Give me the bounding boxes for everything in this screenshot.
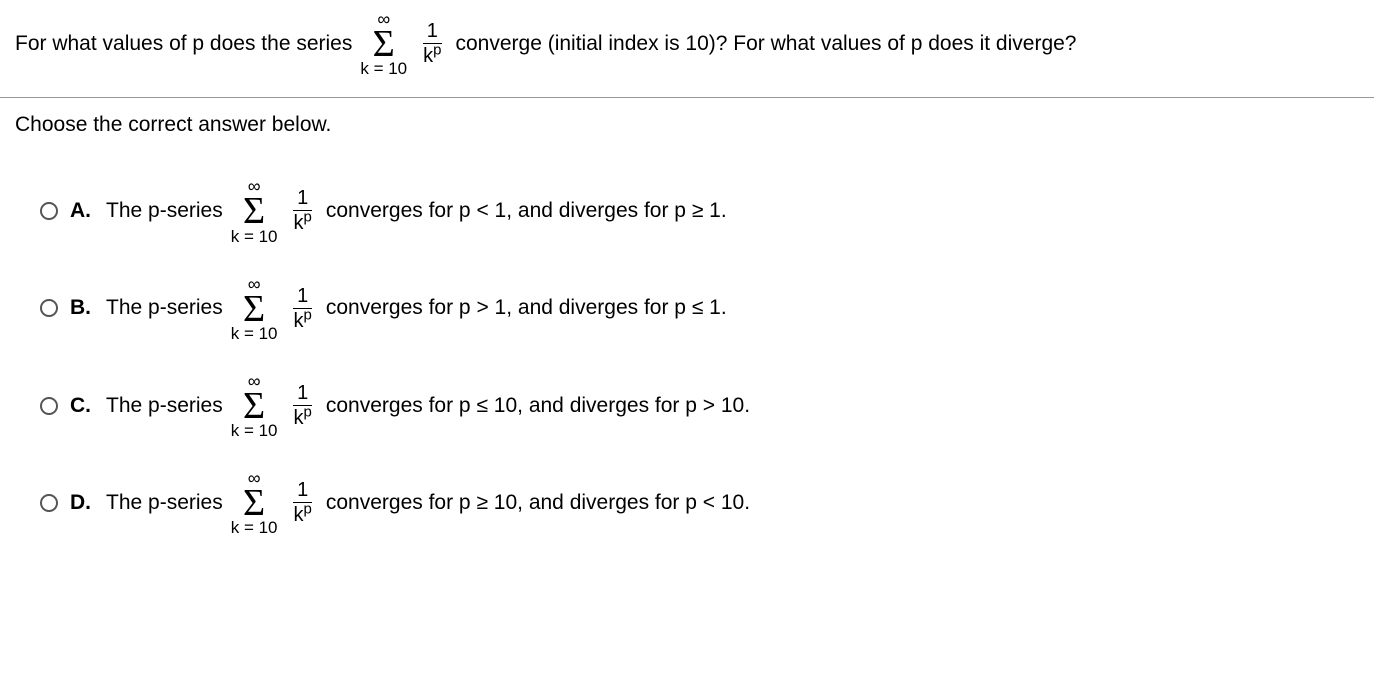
fraction: 1 kp <box>290 188 316 233</box>
choice-prefix: The p-series <box>106 199 223 223</box>
choice-letter: D. <box>70 491 94 515</box>
sigma-expression: ∞ Σ k = 10 <box>231 372 278 439</box>
choice-prefix: The p-series <box>106 296 223 320</box>
sigma-expression: ∞ Σ k = 10 <box>231 469 278 536</box>
fraction-denominator: kp <box>419 44 445 66</box>
fraction: 1 kp <box>290 286 316 331</box>
question-part1: For what values of p does the series <box>15 29 352 58</box>
sigma-expression: ∞ Σ k = 10 <box>360 10 407 77</box>
choice-b[interactable]: B. The p-series ∞ Σ k = 10 1 kp converge… <box>40 275 1359 342</box>
choice-prefix: The p-series <box>106 394 223 418</box>
radio-icon[interactable] <box>40 397 58 415</box>
choice-letter: B. <box>70 296 94 320</box>
sigma-lower-limit: k = 10 <box>360 60 407 77</box>
sigma-expression: ∞ Σ k = 10 <box>231 275 278 342</box>
choice-c[interactable]: C. The p-series ∞ Σ k = 10 1 kp converge… <box>40 372 1359 439</box>
choice-letter: C. <box>70 394 94 418</box>
question-text: For what values of p does the series ∞ Σ… <box>15 10 1359 77</box>
choice-suffix: converges for p ≤ 10, and diverges for p… <box>326 394 750 418</box>
fraction: 1 kp <box>290 383 316 428</box>
choices-container: A. The p-series ∞ Σ k = 10 1 kp converge… <box>15 177 1359 536</box>
radio-icon[interactable] <box>40 202 58 220</box>
choice-suffix: converges for p ≥ 10, and diverges for p… <box>326 491 750 515</box>
choice-a[interactable]: A. The p-series ∞ Σ k = 10 1 kp converge… <box>40 177 1359 244</box>
choice-d[interactable]: D. The p-series ∞ Σ k = 10 1 kp converge… <box>40 469 1359 536</box>
radio-icon[interactable] <box>40 494 58 512</box>
choice-suffix: converges for p < 1, and diverges for p … <box>326 199 727 223</box>
choice-prefix: The p-series <box>106 491 223 515</box>
choice-suffix: converges for p > 1, and diverges for p … <box>326 296 727 320</box>
fraction: 1 kp <box>419 21 445 66</box>
divider <box>0 97 1374 98</box>
sigma-expression: ∞ Σ k = 10 <box>231 177 278 244</box>
choice-text: The p-series ∞ Σ k = 10 1 kp converges f… <box>106 177 727 244</box>
instruction-text: Choose the correct answer below. <box>15 113 1359 137</box>
choice-letter: A. <box>70 199 94 223</box>
choice-text: The p-series ∞ Σ k = 10 1 kp converges f… <box>106 372 750 439</box>
question-part2: converge (initial index is 10)? For what… <box>455 29 1076 58</box>
fraction: 1 kp <box>290 480 316 525</box>
radio-icon[interactable] <box>40 299 58 317</box>
sigma-symbol: Σ <box>373 28 395 60</box>
choice-text: The p-series ∞ Σ k = 10 1 kp converges f… <box>106 469 750 536</box>
choice-text: The p-series ∞ Σ k = 10 1 kp converges f… <box>106 275 727 342</box>
